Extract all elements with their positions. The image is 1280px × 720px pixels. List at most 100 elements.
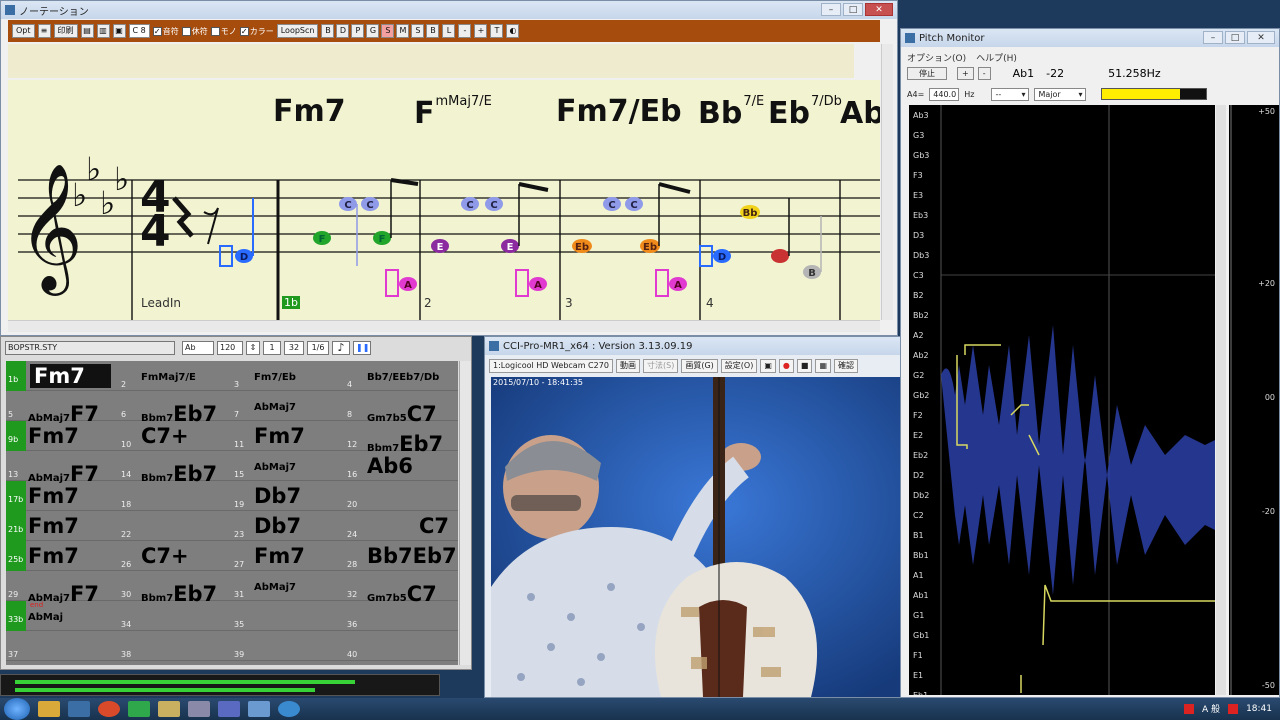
grid-cell[interactable]: 28 Bb7Eb7 bbox=[345, 541, 458, 571]
grid-cell[interactable]: 24 C7 bbox=[345, 511, 458, 541]
plus-button[interactable]: + bbox=[474, 24, 488, 38]
grid-cell[interactable]: 37 bbox=[6, 631, 119, 661]
grid-cell[interactable]: 36 bbox=[345, 601, 458, 631]
grid-cell[interactable]: 10 C7+ bbox=[119, 421, 232, 451]
mono-checkbox[interactable]: モノ bbox=[210, 26, 237, 37]
maximize-button[interactable]: □ bbox=[1225, 31, 1245, 44]
record-icon[interactable]: ● bbox=[778, 359, 794, 373]
menu-options[interactable]: オプション(O) bbox=[907, 51, 966, 64]
tempo-field[interactable]: 120 bbox=[217, 341, 243, 355]
grid-cell[interactable]: 11 Fm7 bbox=[232, 421, 345, 451]
folder-icon[interactable] bbox=[158, 701, 180, 717]
grid-cell[interactable]: 35 bbox=[232, 601, 345, 631]
grid-cell[interactable]: 4 Bb7/EEb7/Db bbox=[345, 361, 458, 391]
tray-icon[interactable] bbox=[1228, 703, 1239, 714]
app-icon[interactable] bbox=[248, 701, 270, 717]
minus-button[interactable]: - bbox=[977, 66, 991, 80]
print-button[interactable]: 印刷 bbox=[53, 24, 78, 38]
start-button[interactable] bbox=[4, 698, 30, 720]
grid-cell[interactable]: 23 Db7 bbox=[232, 511, 345, 541]
grid-cell[interactable]: 21b Fm7 bbox=[6, 511, 119, 541]
grid-cell[interactable]: 12 Bbm7Eb7 bbox=[345, 421, 458, 456]
score-area[interactable]: Fm7 FmMaj7/E Fm7/Eb Bb7/E Eb7/Db AbM 𝄞 ♭… bbox=[8, 80, 880, 320]
grid-cell[interactable]: 25b Fm7 bbox=[6, 541, 119, 571]
grid-cell[interactable]: 40 bbox=[345, 631, 458, 661]
app-icon[interactable] bbox=[278, 701, 300, 717]
grid-cell[interactable]: 30 Bbm7Eb7 bbox=[119, 571, 232, 606]
mode-select[interactable]: 動画 bbox=[616, 359, 640, 373]
letter-button[interactable]: S bbox=[411, 24, 425, 38]
grid-vertical-scrollbar[interactable] bbox=[459, 361, 471, 665]
grid-cell[interactable]: 1b Fm7 bbox=[6, 361, 119, 391]
grid-cell[interactable]: 31 AbMaj7 bbox=[232, 571, 345, 601]
notation-titlebar[interactable]: ノーテーション – □ ✕ bbox=[1, 1, 897, 19]
grid-cell[interactable]: 16 Ab6 bbox=[345, 451, 458, 481]
sixth-button[interactable]: 1/6 bbox=[307, 341, 329, 355]
grid-cell[interactable]: 5 AbMaj7F7 bbox=[6, 391, 119, 426]
grid-cell[interactable]: 22 bbox=[119, 511, 232, 541]
grid-cell[interactable]: 19 Db7 bbox=[232, 481, 345, 511]
letter-button[interactable]: B bbox=[426, 24, 440, 38]
music-app-icon[interactable] bbox=[128, 701, 150, 717]
list-icon[interactable]: ▥ bbox=[96, 24, 110, 38]
explorer-icon[interactable] bbox=[38, 701, 60, 717]
one-button[interactable]: 1 bbox=[263, 341, 281, 355]
camera-titlebar[interactable]: CCI-Pro-MR1_x64 : Version 3.13.09.19 bbox=[485, 337, 905, 355]
grid-cell[interactable]: 39 bbox=[232, 631, 345, 661]
notation-horizontal-scrollbar[interactable] bbox=[8, 320, 880, 332]
close-button[interactable]: ✕ bbox=[865, 3, 893, 16]
grid-cell[interactable]: 13 AbMaj7F7 bbox=[6, 451, 119, 486]
browser-icon[interactable] bbox=[98, 701, 120, 717]
grid-cell[interactable]: 29 AbMaj7F7 bbox=[6, 571, 119, 606]
grid-cell[interactable]: 14 Bbm7Eb7 bbox=[119, 451, 232, 486]
grid-cell[interactable]: 27 Fm7 bbox=[232, 541, 345, 571]
grid-cell[interactable]: 3 Fm7/Eb bbox=[232, 361, 345, 391]
minimize-button[interactable]: – bbox=[821, 3, 841, 16]
grid-cell[interactable]: 17b Fm7 bbox=[6, 481, 119, 511]
grid-cell[interactable]: 33b AbMaj end bbox=[6, 601, 119, 631]
minus-button[interactable]: - bbox=[458, 24, 472, 38]
letter-button[interactable]: S bbox=[381, 24, 395, 38]
grid-cell[interactable]: 32 Gm7b5C7 bbox=[345, 571, 458, 606]
app-icon[interactable] bbox=[218, 701, 240, 717]
l-button[interactable]: L bbox=[442, 24, 456, 38]
tempo-spin-icon[interactable]: ⇕ bbox=[246, 341, 260, 355]
letter-button[interactable]: B bbox=[321, 24, 335, 38]
grid-cell[interactable]: 34 bbox=[119, 601, 232, 631]
letter-button[interactable]: G bbox=[366, 24, 380, 38]
loopscn-button[interactable]: LoopScn bbox=[276, 24, 319, 38]
maximize-button[interactable]: □ bbox=[843, 3, 863, 16]
pause-icon[interactable]: ❚❚ bbox=[353, 341, 371, 355]
grid-cell[interactable]: 8 Gm7b5C7 bbox=[345, 391, 458, 426]
grid-cell[interactable]: 20 bbox=[345, 481, 458, 511]
settings-button[interactable]: 設定(O) bbox=[720, 359, 758, 373]
style-file-field[interactable]: BOPSTR.STY bbox=[5, 341, 175, 355]
grid-cell[interactable]: 18 bbox=[119, 481, 232, 511]
rests-checkbox[interactable]: 休符 bbox=[181, 26, 208, 37]
grid-cell[interactable]: 38 bbox=[119, 631, 232, 661]
app-icon[interactable] bbox=[68, 701, 90, 717]
notes-checkbox[interactable]: ✓ 音符 bbox=[152, 26, 179, 37]
window-icon[interactable]: ▦ bbox=[815, 359, 831, 373]
pitch-titlebar[interactable]: Pitch Monitor – □ ✕ bbox=[901, 29, 1279, 47]
clock[interactable]: 18:41 bbox=[1246, 704, 1272, 714]
stop-button[interactable]: 停止 bbox=[907, 66, 947, 80]
grid-cell[interactable]: 7 AbMaj7 bbox=[232, 391, 345, 421]
a4-field[interactable]: 440.0 bbox=[929, 87, 960, 101]
opt-button[interactable]: Opt bbox=[12, 24, 35, 38]
quality-button[interactable]: 画質(G) bbox=[681, 359, 718, 373]
speaker-icon[interactable]: ◐ bbox=[506, 24, 520, 38]
grid-cell[interactable]: 26 C7+ bbox=[119, 541, 232, 571]
clef-octave-select[interactable]: C 8 bbox=[128, 24, 150, 38]
minimize-button[interactable]: – bbox=[1203, 31, 1223, 44]
pitch-vertical-scrollbar[interactable] bbox=[1216, 105, 1226, 695]
grid-cell[interactable]: 6 Bbm7Eb7 bbox=[119, 391, 232, 426]
plus-button[interactable]: + bbox=[957, 66, 974, 80]
scale-select[interactable]: Major ▾ bbox=[1034, 87, 1087, 101]
size-button[interactable]: 寸法(S) bbox=[643, 359, 679, 373]
letter-button[interactable]: D bbox=[336, 24, 350, 38]
note-icon[interactable]: ♪ bbox=[332, 341, 350, 355]
device-select[interactable]: 1:Logicool HD Webcam C270 bbox=[489, 359, 613, 373]
record-tray-icon[interactable] bbox=[1184, 703, 1195, 714]
menu-help[interactable]: ヘルプ(H) bbox=[976, 51, 1017, 64]
